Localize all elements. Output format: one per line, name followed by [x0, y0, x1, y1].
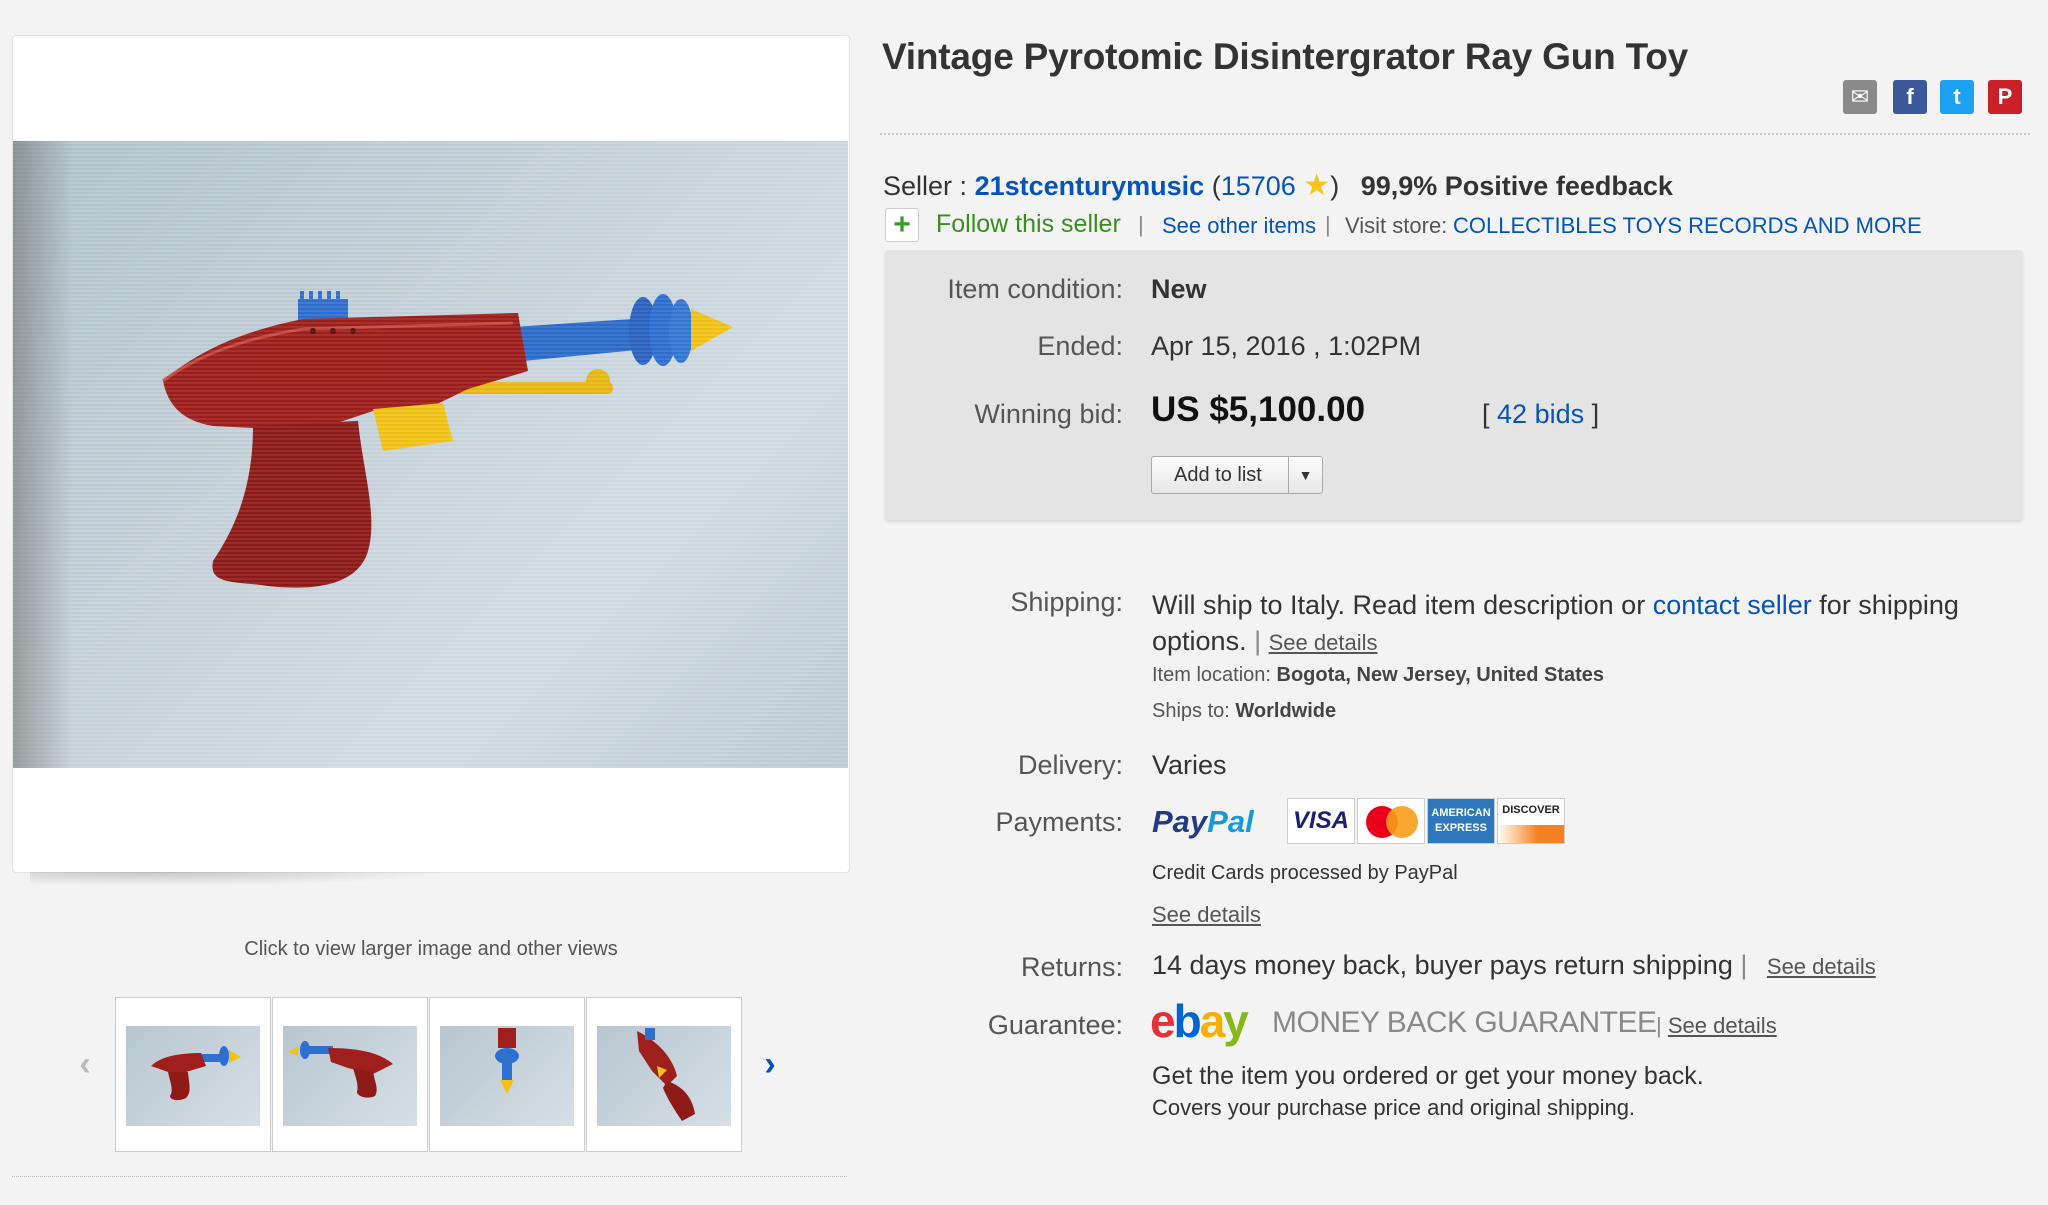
payments-note: Credit Cards processed by PayPal	[1152, 862, 1458, 884]
guarantee-line-1: Get the item you ordered or get your mon…	[1152, 1062, 1704, 1090]
item-title: Vintage Pyrotomic Disintergrator Ray Gun…	[882, 36, 1689, 77]
thumbnail-image	[597, 1026, 731, 1126]
item-location: Item location: Bogota, New Jersey, Unite…	[1152, 664, 1605, 686]
delivery-value: Varies	[1152, 750, 1227, 780]
visit-store-label: Visit store:	[1345, 213, 1448, 238]
chevron-down-icon[interactable]: ▼	[1288, 457, 1322, 493]
winning-bid-price: US $5,100.00	[1151, 390, 1366, 429]
thumbnail-2[interactable]	[272, 997, 428, 1152]
follow-seller-link[interactable]: Follow this seller	[936, 210, 1121, 239]
shipping-see-details-link[interactable]: See details	[1269, 630, 1378, 655]
condition-value: New	[1151, 274, 1207, 304]
condition-label: Item condition:	[947, 274, 1123, 304]
feedback-star-icon: ★	[1303, 169, 1331, 202]
main-product-image[interactable]	[13, 141, 848, 768]
guarantee-label: Guarantee:	[987, 1010, 1123, 1040]
money-back-guarantee-badge: MONEY BACK GUARANTEE	[1272, 1006, 1657, 1039]
ebay-logo: ebay	[1150, 995, 1249, 1047]
follow-plus-icon[interactable]: +	[885, 208, 919, 242]
payments-label: Payments:	[995, 807, 1123, 837]
photo-shadow	[13, 141, 73, 768]
discover-icon: DISCOVER	[1497, 798, 1565, 844]
returns-see-details-link[interactable]: See details	[1767, 954, 1876, 979]
returns-value: 14 days money back, buyer pays return sh…	[1152, 950, 1876, 980]
ships-to: Ships to: Worldwide	[1152, 700, 1337, 722]
ended-label: Ended:	[1037, 331, 1123, 361]
shipping-text: Will ship to Italy. Read item descriptio…	[1152, 590, 1959, 656]
amex-icon: AMERICAN EXPRESS	[1427, 798, 1495, 844]
store-link[interactable]: COLLECTIBLES TOYS RECORDS AND MORE	[1453, 213, 1922, 239]
left-divider	[12, 1176, 847, 1177]
see-other-items-link[interactable]: See other items	[1162, 213, 1316, 239]
positive-feedback: 99,9% Positive feedback	[1360, 171, 1673, 201]
thumbnails-prev-arrow-icon[interactable]: ‹	[70, 1045, 100, 1084]
mastercard-icon	[1357, 798, 1425, 844]
thumbnail-4[interactable]	[586, 997, 742, 1152]
delivery-label: Delivery:	[1017, 750, 1123, 780]
image-card-shadow	[30, 872, 450, 886]
guarantee-details: | See details	[1656, 1013, 1777, 1038]
thumbnail-1[interactable]	[115, 997, 271, 1152]
visa-icon: VISA	[1287, 798, 1355, 844]
click-to-enlarge-hint[interactable]: Click to view larger image and other vie…	[12, 938, 850, 961]
thumbnail-image	[440, 1026, 574, 1126]
bid-count: [ 42 bids ]	[1482, 399, 1600, 429]
bid-history-link[interactable]: 42 bids	[1497, 399, 1584, 429]
seller-name-link[interactable]: 21stcenturymusic	[975, 171, 1205, 201]
thumbnail-image	[126, 1026, 260, 1126]
photo-texture	[13, 141, 848, 768]
thumbnail-image	[283, 1026, 417, 1126]
paypal-logo: PayPal	[1152, 804, 1254, 839]
guarantee-see-details-link[interactable]: See details	[1668, 1013, 1777, 1038]
seller-label: Seller :	[883, 171, 968, 201]
winning-bid-label: Winning bid:	[974, 399, 1123, 429]
contact-seller-link[interactable]: contact seller	[1653, 590, 1812, 620]
email-share-icon[interactable]: ✉	[1843, 80, 1877, 114]
guarantee-line-2: Covers your purchase price and original …	[1152, 1095, 1636, 1120]
add-to-list-label: Add to list	[1174, 464, 1262, 486]
returns-label: Returns:	[1020, 952, 1123, 982]
add-to-list-button[interactable]: Add to list ▼	[1151, 456, 1323, 494]
shipping-label: Shipping:	[1010, 587, 1123, 617]
facebook-icon[interactable]: f	[1893, 80, 1927, 114]
twitter-icon[interactable]: t	[1940, 80, 1974, 114]
title-divider	[880, 133, 2030, 135]
payments-details: See details	[1152, 902, 1261, 928]
ended-value: Apr 15, 2016 , 1:02PM	[1151, 331, 1422, 361]
thumbnail-3[interactable]	[429, 997, 585, 1152]
payments-see-details-link[interactable]: See details	[1152, 902, 1261, 927]
pinterest-icon[interactable]: P	[1988, 80, 2022, 114]
thumbnails-next-arrow-icon[interactable]: ›	[755, 1045, 785, 1084]
seller-info: Seller : 21stcenturymusic (15706 ★) 99,9…	[883, 169, 1673, 202]
thumbnail-strip: ‹ ›	[60, 995, 800, 1155]
feedback-score-link[interactable]: 15706	[1221, 171, 1296, 201]
